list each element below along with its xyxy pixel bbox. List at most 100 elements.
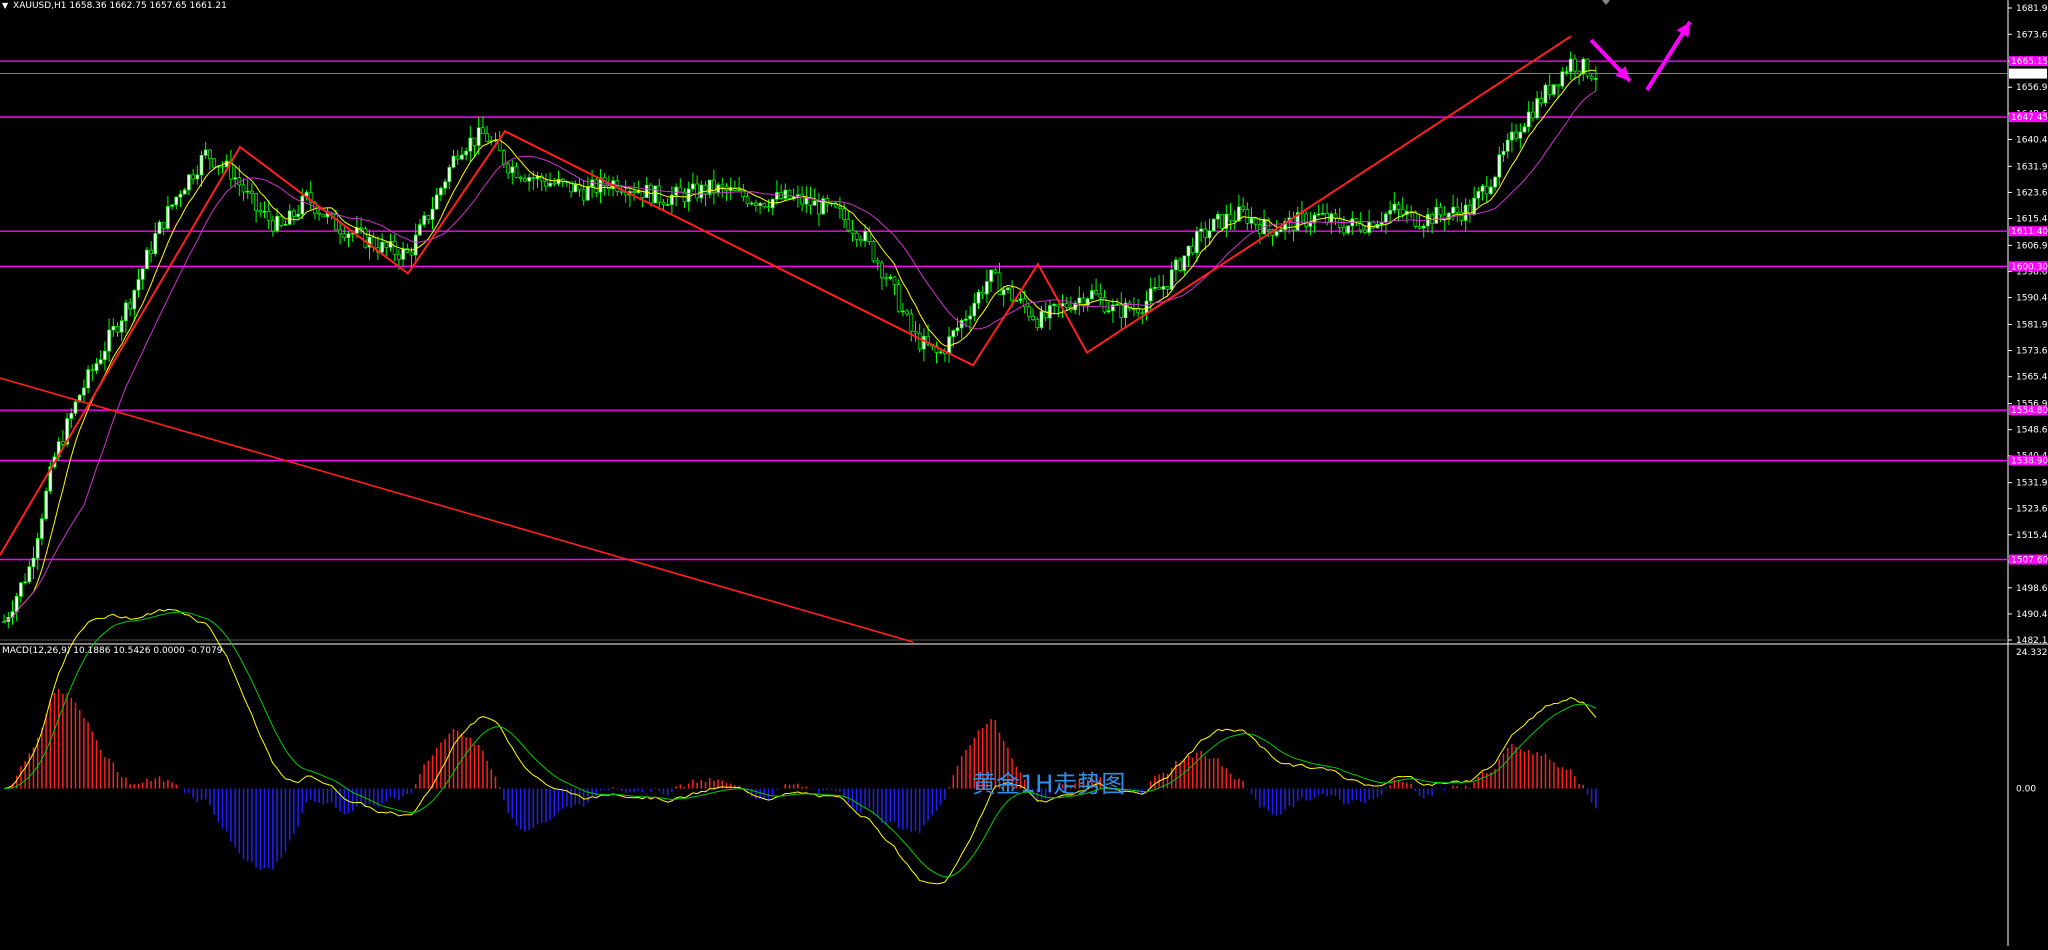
candle-body bbox=[174, 196, 179, 206]
candle-body bbox=[1274, 231, 1279, 236]
chart-area[interactable]: 1681.951673.651665.151656.901648.651640.… bbox=[0, 0, 2048, 946]
candle-body bbox=[1035, 319, 1040, 328]
candle-body bbox=[972, 302, 977, 317]
candle-body bbox=[678, 186, 683, 193]
candle-body bbox=[1396, 203, 1401, 210]
candle-body bbox=[1577, 70, 1581, 75]
symbol-timeframe: XAUUSD,H1 bbox=[13, 1, 67, 11]
candle-body bbox=[884, 277, 888, 280]
candle-body bbox=[287, 210, 292, 225]
candle-body bbox=[426, 215, 431, 220]
price-tick-label: 1615.40 bbox=[2016, 215, 2048, 225]
candle-body bbox=[157, 221, 162, 234]
candle-body bbox=[418, 224, 422, 236]
candle-body bbox=[1573, 58, 1577, 72]
candle-body bbox=[850, 229, 855, 234]
candle-body bbox=[149, 249, 153, 255]
candle-body bbox=[220, 165, 225, 168]
candle-body bbox=[896, 284, 901, 312]
candle-body bbox=[1484, 185, 1489, 195]
candle-body bbox=[1476, 191, 1481, 199]
candle-body bbox=[1249, 218, 1254, 224]
price-tick-label: 1498.65 bbox=[2016, 584, 2048, 594]
candle-body bbox=[292, 210, 296, 217]
candle-body bbox=[989, 269, 993, 282]
candle-body bbox=[334, 214, 338, 231]
candle-body bbox=[401, 248, 405, 260]
candle-body bbox=[212, 158, 216, 168]
candle-body bbox=[1106, 310, 1111, 313]
symbol-dropdown-icon[interactable]: ▼ bbox=[2, 1, 8, 10]
candle-body bbox=[279, 215, 284, 226]
candle-body bbox=[241, 184, 246, 193]
candle-body bbox=[31, 557, 36, 568]
candle-body bbox=[128, 302, 132, 310]
candle-body bbox=[888, 276, 893, 279]
candle-body bbox=[880, 262, 884, 279]
candle-body bbox=[964, 318, 968, 321]
candle-body bbox=[1153, 286, 1157, 289]
price-tick-label: 1590.40 bbox=[2016, 294, 2048, 304]
candle-body bbox=[552, 182, 557, 185]
candle-body bbox=[745, 196, 750, 205]
candle-body bbox=[447, 166, 452, 183]
candle-body bbox=[1531, 111, 1535, 119]
candle-body bbox=[464, 150, 468, 156]
price-tick-label: 1631.90 bbox=[2016, 162, 2048, 172]
candle-body bbox=[901, 310, 905, 313]
candle-body bbox=[1006, 287, 1010, 291]
candle-body bbox=[1413, 211, 1418, 227]
candle-body bbox=[787, 189, 792, 199]
candle-body bbox=[439, 187, 443, 196]
candle-body bbox=[968, 315, 972, 320]
candle-body bbox=[136, 279, 141, 291]
candle-body bbox=[649, 184, 653, 204]
candle-body bbox=[1421, 225, 1426, 229]
candle-body bbox=[178, 193, 183, 198]
price-chart-svg: 1681.951673.651665.151656.901648.651640.… bbox=[0, 0, 2048, 946]
candle-body bbox=[1195, 231, 1199, 254]
candle-body bbox=[1564, 71, 1569, 73]
descending-trendline bbox=[0, 377, 914, 643]
candle-body bbox=[632, 191, 636, 194]
candle-body bbox=[506, 163, 510, 174]
candle-body bbox=[573, 184, 578, 193]
candle-body bbox=[1291, 217, 1296, 231]
candle-body bbox=[1333, 213, 1338, 219]
candle-body bbox=[1241, 206, 1245, 210]
candle-body bbox=[1090, 290, 1094, 300]
candle-body bbox=[94, 363, 99, 371]
candle-body bbox=[1048, 305, 1052, 319]
candle-body bbox=[523, 178, 527, 182]
candle-body bbox=[409, 251, 414, 256]
candle-body bbox=[132, 289, 137, 310]
candle-body bbox=[758, 202, 762, 206]
candle-body bbox=[955, 327, 960, 331]
candle-body bbox=[460, 154, 464, 160]
candle-body bbox=[1417, 226, 1422, 229]
candle-body bbox=[262, 210, 267, 213]
candle-body bbox=[1253, 218, 1258, 225]
candle-body bbox=[191, 174, 195, 180]
current-price-label: 1661.21 bbox=[2011, 70, 2048, 80]
candle-body bbox=[1316, 213, 1321, 216]
candle-body bbox=[951, 330, 956, 337]
candle-body bbox=[854, 232, 859, 240]
candle-body bbox=[1199, 228, 1203, 232]
candle-body bbox=[170, 204, 174, 207]
candle-body bbox=[434, 194, 439, 210]
candle-body bbox=[1560, 71, 1565, 87]
candle-body bbox=[1211, 218, 1216, 232]
candle-body bbox=[342, 233, 347, 239]
candle-body bbox=[161, 221, 166, 229]
candle-body bbox=[1027, 306, 1031, 317]
candle-body bbox=[397, 253, 401, 260]
candle-body bbox=[40, 518, 44, 539]
candle-body bbox=[346, 233, 351, 239]
candles-group bbox=[2, 51, 1598, 629]
level-price-label: 1647.45 bbox=[2011, 113, 2048, 123]
candle-body bbox=[1203, 228, 1208, 239]
candle-body bbox=[266, 210, 271, 221]
candle-body bbox=[661, 201, 666, 205]
candle-body bbox=[23, 581, 27, 584]
